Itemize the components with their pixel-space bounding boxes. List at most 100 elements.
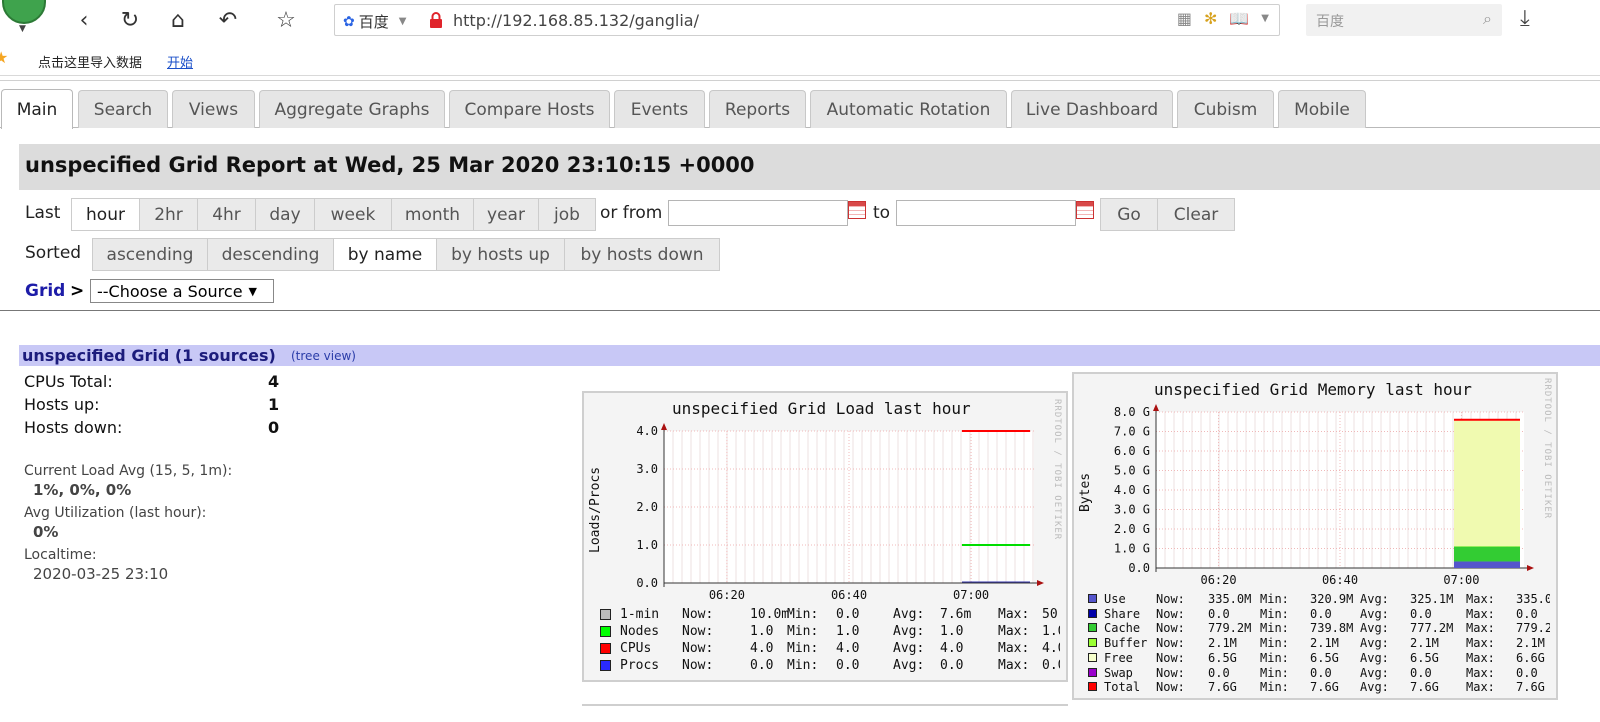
legend-stat-value: 1.0 bbox=[750, 624, 774, 639]
bookmarks-bar: ★ 点击这里导入数据 开始 bbox=[0, 44, 1600, 76]
legend-stat-label: Max: bbox=[1466, 650, 1495, 665]
cpus-total-value: 4 bbox=[268, 372, 280, 391]
star-icon[interactable]: ☆ bbox=[272, 6, 300, 34]
legend-swatch bbox=[1088, 623, 1097, 633]
baidu-paw-icon: ✿ bbox=[343, 13, 355, 30]
hosts-up-label: Hosts up: bbox=[24, 395, 100, 414]
hosts-down-value: 0 bbox=[268, 418, 280, 437]
chevron-down-icon: ▼ bbox=[248, 284, 258, 298]
legend-swatch bbox=[1088, 594, 1097, 603]
range-2hr[interactable]: 2hr bbox=[139, 198, 198, 231]
tab-reports[interactable]: Reports bbox=[709, 90, 806, 128]
tab-automatic-rotation[interactable]: Automatic Rotation bbox=[810, 90, 1007, 128]
load-avg-label: Current Load Avg (15, 5, 1m): bbox=[24, 463, 233, 479]
chevron-down-icon[interactable]: ▼ bbox=[1261, 9, 1269, 28]
from-date-input[interactable] bbox=[668, 200, 848, 226]
range-hour[interactable]: hour bbox=[71, 198, 140, 231]
y-tick-label: 8.0 G bbox=[1114, 405, 1150, 419]
download-icon[interactable]: ⤓ bbox=[1520, 6, 1530, 31]
y-tick-label: 0.0 bbox=[1128, 561, 1150, 575]
legend-stat-label: Max: bbox=[1466, 592, 1495, 606]
tab-views[interactable]: Views bbox=[172, 90, 255, 128]
range-4hr[interactable]: 4hr bbox=[197, 198, 256, 231]
source-name: unspecified Grid (1 sources) bbox=[22, 346, 276, 365]
utilization-value: 0% bbox=[33, 523, 59, 541]
sort-ascending[interactable]: ascending bbox=[92, 238, 208, 271]
report-title-bar: unspecified Grid Report at Wed, 25 Mar 2… bbox=[19, 144, 1600, 190]
source-select[interactable]: --Choose a Source ▼ bbox=[90, 279, 274, 303]
next-graph-edge bbox=[582, 704, 1068, 722]
home-icon[interactable]: ⌂ bbox=[164, 6, 192, 34]
axis-arrow bbox=[1527, 565, 1534, 571]
tab-compare-hosts[interactable]: Compare Hosts bbox=[449, 90, 610, 128]
legend-swatch bbox=[1088, 682, 1097, 692]
legend-stat-label: Avg: bbox=[1360, 665, 1389, 680]
undo-icon[interactable]: ↶ bbox=[214, 6, 242, 34]
search-engine-selector[interactable]: ✿ 百度 ▼ bbox=[343, 11, 406, 32]
legend-stat-value: 7.6m bbox=[940, 607, 972, 622]
legend-series-name: Cache bbox=[1104, 621, 1141, 636]
browser-logo-icon[interactable] bbox=[2, 0, 46, 24]
tree-view-link[interactable]: (tree view) bbox=[291, 349, 356, 363]
search-engine-label: 百度 bbox=[358, 13, 389, 31]
sort-by-name[interactable]: by name bbox=[333, 238, 437, 271]
url-text[interactable]: http://192.168.85.132/ganglia/ bbox=[453, 11, 699, 30]
bee-icon[interactable]: ✻ bbox=[1204, 9, 1217, 28]
sort-descending[interactable]: descending bbox=[207, 238, 334, 271]
legend-stat-value: 335.0M bbox=[1208, 592, 1252, 606]
range-year[interactable]: year bbox=[473, 198, 539, 231]
browser-search-input[interactable]: 百度 ⌕ bbox=[1306, 4, 1502, 36]
range-day[interactable]: day bbox=[255, 198, 315, 231]
range-month[interactable]: month bbox=[391, 198, 474, 231]
clear-button[interactable]: Clear bbox=[1157, 198, 1235, 231]
legend-stat-value: 779.2M bbox=[1516, 621, 1550, 636]
legend-stat-label: Avg: bbox=[1360, 680, 1389, 695]
legend-stat-label: Max: bbox=[1466, 680, 1495, 695]
y-tick-label: 0.0 bbox=[636, 576, 658, 590]
bookmark-start-link[interactable]: 开始 bbox=[167, 52, 193, 71]
memory-graph[interactable]: unspecified Grid Memory last hour RRDTOO… bbox=[1072, 372, 1558, 700]
legend-stat-value: 777.2M bbox=[1410, 621, 1454, 636]
calendar-icon[interactable] bbox=[848, 201, 866, 219]
divider bbox=[0, 310, 1600, 311]
tab-main[interactable]: Main bbox=[1, 89, 73, 129]
back-icon[interactable]: ‹ bbox=[70, 6, 98, 34]
reload-icon[interactable]: ↻ bbox=[116, 6, 144, 34]
tab-search[interactable]: Search bbox=[78, 90, 168, 128]
legend-swatch bbox=[1088, 667, 1097, 677]
sort-by-hosts-down[interactable]: by hosts down bbox=[564, 238, 720, 271]
range-week[interactable]: week bbox=[314, 198, 392, 231]
legend-stat-value: 2.1M bbox=[1516, 636, 1545, 651]
go-button[interactable]: Go bbox=[1100, 198, 1158, 231]
legend-swatch bbox=[600, 609, 611, 620]
legend-stat-value: 0.0 bbox=[1410, 665, 1432, 680]
grid-breadcrumb-link[interactable]: Grid bbox=[25, 281, 65, 301]
lock-icon bbox=[430, 12, 442, 28]
tab-aggregate-graphs[interactable]: Aggregate Graphs bbox=[259, 90, 445, 128]
legend-stat-value: 4.0 bbox=[1042, 641, 1060, 656]
load-graph[interactable]: unspecified Grid Load last hour RRDTOOL … bbox=[582, 391, 1068, 682]
search-icon[interactable]: ⌕ bbox=[1483, 9, 1492, 29]
legend-series-name: Total bbox=[1104, 680, 1141, 695]
legend-stat-label: Max: bbox=[1466, 636, 1495, 651]
range-job[interactable]: job bbox=[538, 198, 596, 231]
to-date-input[interactable] bbox=[896, 200, 1076, 226]
tab-mobile[interactable]: Mobile bbox=[1278, 90, 1366, 128]
tab-cubism[interactable]: Cubism bbox=[1177, 90, 1274, 128]
legend-stat-value: 4.0 bbox=[836, 641, 860, 656]
legend-stat-value: 2.1M bbox=[1310, 636, 1339, 651]
sort-by-hosts-up[interactable]: by hosts up bbox=[436, 238, 565, 271]
address-bar[interactable]: ✿ 百度 ▼ http://192.168.85.132/ganglia/ ▦ … bbox=[334, 4, 1280, 36]
calendar-icon[interactable] bbox=[1076, 201, 1094, 219]
chevron-down-icon[interactable]: ▼ bbox=[19, 24, 26, 34]
legend-stat-label: Avg: bbox=[893, 607, 925, 622]
legend-stat-value: 6.6G bbox=[1516, 650, 1545, 665]
legend-stat-value: 739.8M bbox=[1310, 621, 1354, 636]
memory-graph-legend: Use Now: 335.0M Min: 320.9M Avg: 325.1M Max: 335… bbox=[1088, 592, 1550, 696]
tab-events[interactable]: Events bbox=[614, 90, 705, 128]
reader-icon[interactable]: 📖 bbox=[1229, 9, 1249, 28]
load-avg-value: 1%, 0%, 0% bbox=[33, 481, 132, 499]
tab-live-dashboard[interactable]: Live Dashboard bbox=[1011, 90, 1173, 128]
legend-stat-label: Min: bbox=[787, 641, 819, 656]
qr-code-icon[interactable]: ▦ bbox=[1177, 9, 1192, 28]
